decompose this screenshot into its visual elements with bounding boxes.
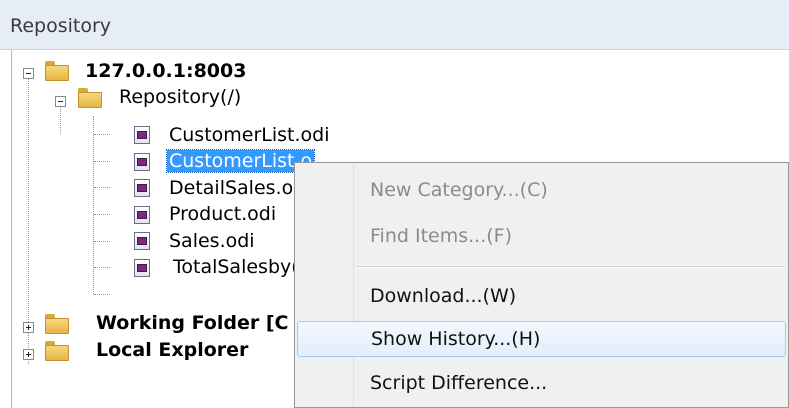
tree-connector [94,267,110,268]
root-collapse-toggle[interactable] [23,68,34,79]
server-folder-icon [45,61,69,81]
odi-file-icon [134,126,150,144]
tree-node-file[interactable]: DetailSales.oz [169,174,303,202]
panel-title: Repository [10,15,112,37]
repository-folder-icon [78,88,102,108]
tree-node-local-explorer[interactable]: Local Explorer [96,336,248,364]
tree-connector [94,214,110,215]
tree-node-server[interactable]: 127.0.0.1:8003 [85,57,246,85]
repository-collapse-toggle[interactable] [55,96,66,107]
local-explorer-folder-icon [45,341,69,361]
selected-file-label[interactable]: CustomerList.o [165,149,316,173]
tree-node-file-selected[interactable]: CustomerList.o [165,147,316,175]
repository-panel-header: Repository [0,0,789,50]
menu-item-new-category[interactable]: New Category...(C) [297,172,786,208]
tree-connector [94,294,110,295]
odi-file-icon [134,206,150,224]
odi-file-icon [134,153,150,171]
tree-connector [94,161,110,162]
tree-node-file[interactable]: TotalSalesby( [173,253,299,281]
tree-node-file[interactable]: Sales.odi [169,227,255,255]
working-folder-expand-toggle[interactable] [23,322,34,333]
menu-item-download[interactable]: Download...(W) [297,278,786,314]
menu-item-find-items[interactable]: Find Items...(F) [297,218,786,254]
odi-file-icon [134,232,150,250]
menu-item-script-difference[interactable]: Script Difference... [297,365,786,401]
tree-connector [94,134,110,135]
context-menu: New Category...(C) Find Items...(F) Down… [294,162,789,408]
working-folder-icon [45,314,69,334]
tree-connector [94,187,110,188]
tree-connector [94,241,110,242]
tree-node-file[interactable]: CustomerList.odi [169,121,330,149]
tree-node-working-folder[interactable]: Working Folder [C [96,309,288,337]
odi-file-icon [134,259,150,277]
local-explorer-expand-toggle[interactable] [23,349,34,360]
menu-item-show-history[interactable]: Show History...(H) [297,321,786,357]
tree-node-file[interactable]: Product.odi [169,200,276,228]
menu-separator [355,266,785,268]
tree-node-repository[interactable]: Repository(/) [119,83,241,111]
tree-connector [28,74,29,364]
odi-file-icon [134,179,150,197]
